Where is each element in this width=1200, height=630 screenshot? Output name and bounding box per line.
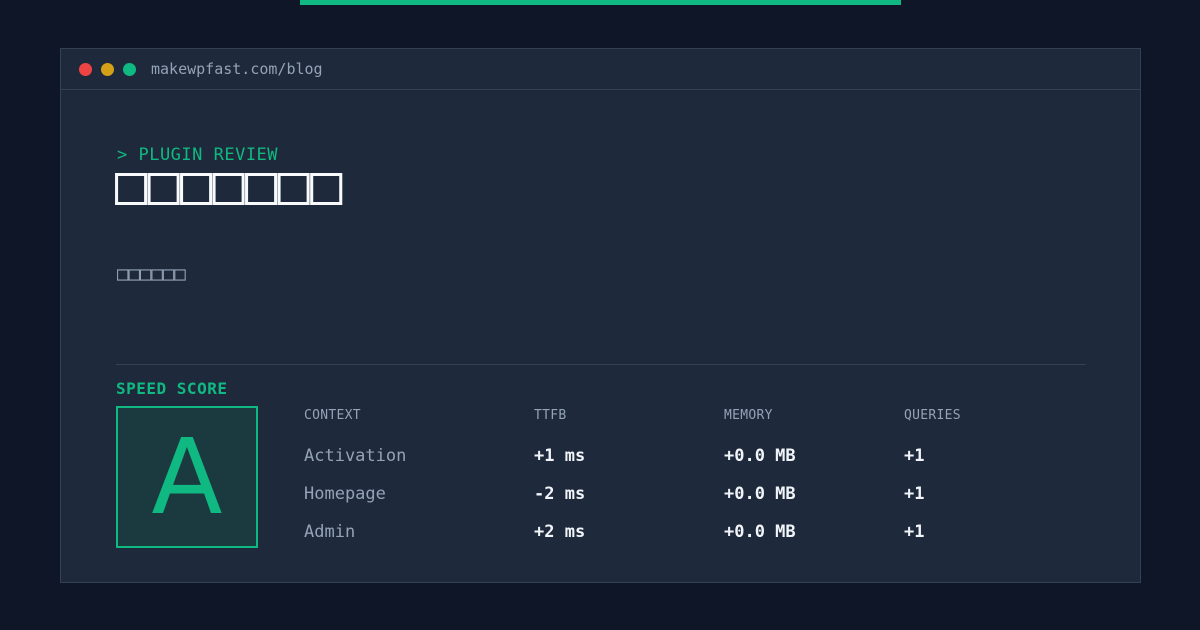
row-queries: +1 — [904, 446, 925, 466]
row-context: Homepage — [304, 484, 386, 504]
browser-window: makewpfast.com/blog > PLUGIN REVIEW □□□□… — [60, 48, 1141, 583]
window-titlebar: makewpfast.com/blog — [61, 49, 1140, 90]
row-ttfb: +1 ms — [534, 446, 586, 466]
row-queries: +1 — [904, 522, 925, 542]
row-context: Admin — [304, 522, 356, 542]
column-header-ttfb: TTFB — [534, 408, 567, 423]
divider — [116, 364, 1086, 365]
grade-badge: A — [116, 406, 258, 548]
grade-letter: A — [151, 416, 223, 538]
row-queries: +1 — [904, 484, 925, 504]
article-subtitle: □□□□□□ — [117, 263, 186, 285]
column-header-queries: QUERIES — [904, 408, 961, 423]
row-memory: +0.0 MB — [724, 522, 796, 542]
top-accent-bar — [300, 0, 901, 5]
column-header-memory: MEMORY — [724, 408, 773, 423]
row-memory: +0.0 MB — [724, 446, 796, 466]
row-ttfb: +2 ms — [534, 522, 586, 542]
row-memory: +0.0 MB — [724, 484, 796, 504]
close-dot-icon — [79, 62, 92, 76]
url-text: makewpfast.com/blog — [151, 60, 323, 78]
column-header-context: CONTEXT — [304, 408, 361, 423]
article-title: □□□□□□□ — [115, 153, 343, 216]
row-context: Activation — [304, 446, 407, 466]
maximize-dot-icon — [123, 62, 136, 76]
minimize-dot-icon — [101, 62, 114, 76]
row-ttfb: -2 ms — [534, 484, 586, 504]
speed-score-label: SPEED SCORE — [116, 379, 228, 398]
